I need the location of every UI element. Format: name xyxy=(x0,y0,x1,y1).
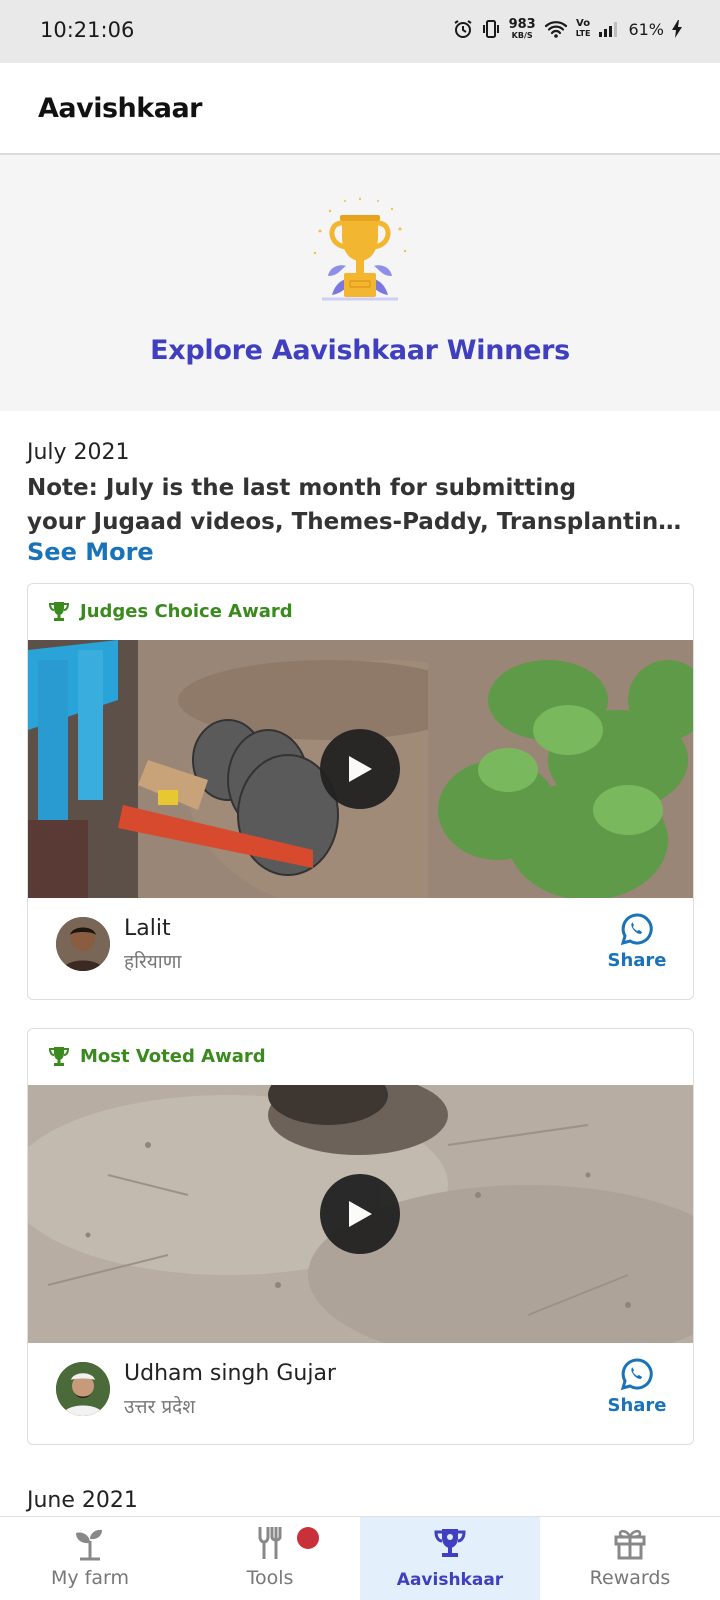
gift-icon xyxy=(614,1529,646,1560)
month-heading: July 2021 xyxy=(27,440,130,465)
signal-icon xyxy=(599,22,618,37)
user-name: Udham singh Gujar xyxy=(124,1361,336,1386)
network-speed-value: 983 xyxy=(508,17,536,32)
nav-label: Tools xyxy=(246,1567,294,1589)
avatar xyxy=(56,1362,110,1416)
see-more-link[interactable]: See More xyxy=(27,538,154,566)
award-trophy-icon xyxy=(48,602,70,621)
whatsapp-icon xyxy=(620,1358,653,1391)
page-title: Aavishkaar xyxy=(38,93,202,124)
play-button[interactable] xyxy=(320,1174,400,1254)
charging-icon xyxy=(672,20,682,38)
notification-dot xyxy=(297,1527,319,1549)
winner-card: Most Voted Award Udham singh Gujar उत्तर… xyxy=(27,1028,694,1445)
trophy-illustration-icon xyxy=(313,197,407,301)
award-badge: Most Voted Award xyxy=(48,1045,266,1067)
share-label: Share xyxy=(607,1395,667,1416)
app-bar: Aavishkaar xyxy=(0,63,720,155)
winner-card: Judges Choice Award Lalit हरियाणा Share xyxy=(27,583,694,1000)
share-label: Share xyxy=(607,950,667,971)
user-photo xyxy=(56,917,110,971)
user-location: उत्तर प्रदेश xyxy=(124,1396,196,1418)
user-location: हरियाणा xyxy=(124,951,182,973)
explore-winners-link[interactable]: Explore Aavishkaar Winners xyxy=(0,335,720,366)
whatsapp-icon xyxy=(620,913,653,946)
nav-label: Aavishkaar xyxy=(396,1570,504,1590)
play-icon xyxy=(349,756,372,782)
nav-label: Rewards xyxy=(589,1567,671,1589)
volte-top: Vo xyxy=(576,18,591,29)
winners-banner[interactable]: Explore Aavishkaar Winners xyxy=(0,155,720,411)
share-button[interactable]: Share xyxy=(607,1357,667,1416)
month-heading: June 2021 xyxy=(27,1488,138,1513)
month-note: Note: July is the last month for submitt… xyxy=(27,471,697,539)
nav-item-tools[interactable]: Tools xyxy=(180,1517,360,1600)
video-player[interactable] xyxy=(28,640,693,898)
play-button[interactable] xyxy=(320,729,400,809)
award-badge: Judges Choice Award xyxy=(48,600,293,622)
volte-indicator: Vo LTE xyxy=(576,19,591,39)
video-player[interactable] xyxy=(28,1085,693,1343)
nav-label: My farm xyxy=(51,1567,129,1589)
award-label: Judges Choice Award xyxy=(80,600,293,622)
network-speed: 983 KB/S xyxy=(509,18,536,40)
user-photo xyxy=(56,1362,110,1416)
alarm-icon xyxy=(454,20,472,38)
nav-item-aavishkaar[interactable]: Aavishkaar xyxy=(360,1517,540,1600)
status-icons: 983 KB/S Vo LTE 61% xyxy=(453,18,682,40)
volte-bottom: LTE xyxy=(575,29,591,38)
month-note-line: your Jugaad videos, Themes-Paddy, Transp… xyxy=(27,509,697,535)
nav-item-my-farm[interactable]: My farm xyxy=(0,1517,180,1600)
play-icon xyxy=(349,1201,372,1227)
award-trophy-icon xyxy=(48,1047,70,1066)
bottom-nav: My farm Tools Aavishkaar Rewards xyxy=(0,1516,720,1600)
tools-icon xyxy=(258,1527,282,1559)
status-bar: 10:21:06 983 KB/S Vo LTE 61% xyxy=(0,0,720,63)
user-name: Lalit xyxy=(124,916,171,941)
share-button[interactable]: Share xyxy=(607,912,667,971)
sprout-icon xyxy=(76,1529,102,1561)
battery-percent: 61% xyxy=(628,19,664,39)
wifi-icon xyxy=(544,21,567,38)
avatar xyxy=(56,917,110,971)
trophy-icon xyxy=(434,1529,466,1557)
nav-item-rewards[interactable]: Rewards xyxy=(540,1517,720,1600)
status-time: 10:21:06 xyxy=(40,18,135,42)
month-note-line: Note: July is the last month for submitt… xyxy=(27,475,577,501)
network-speed-unit: KB/S xyxy=(511,31,533,40)
award-label: Most Voted Award xyxy=(80,1045,266,1067)
vibrate-icon xyxy=(482,20,499,38)
